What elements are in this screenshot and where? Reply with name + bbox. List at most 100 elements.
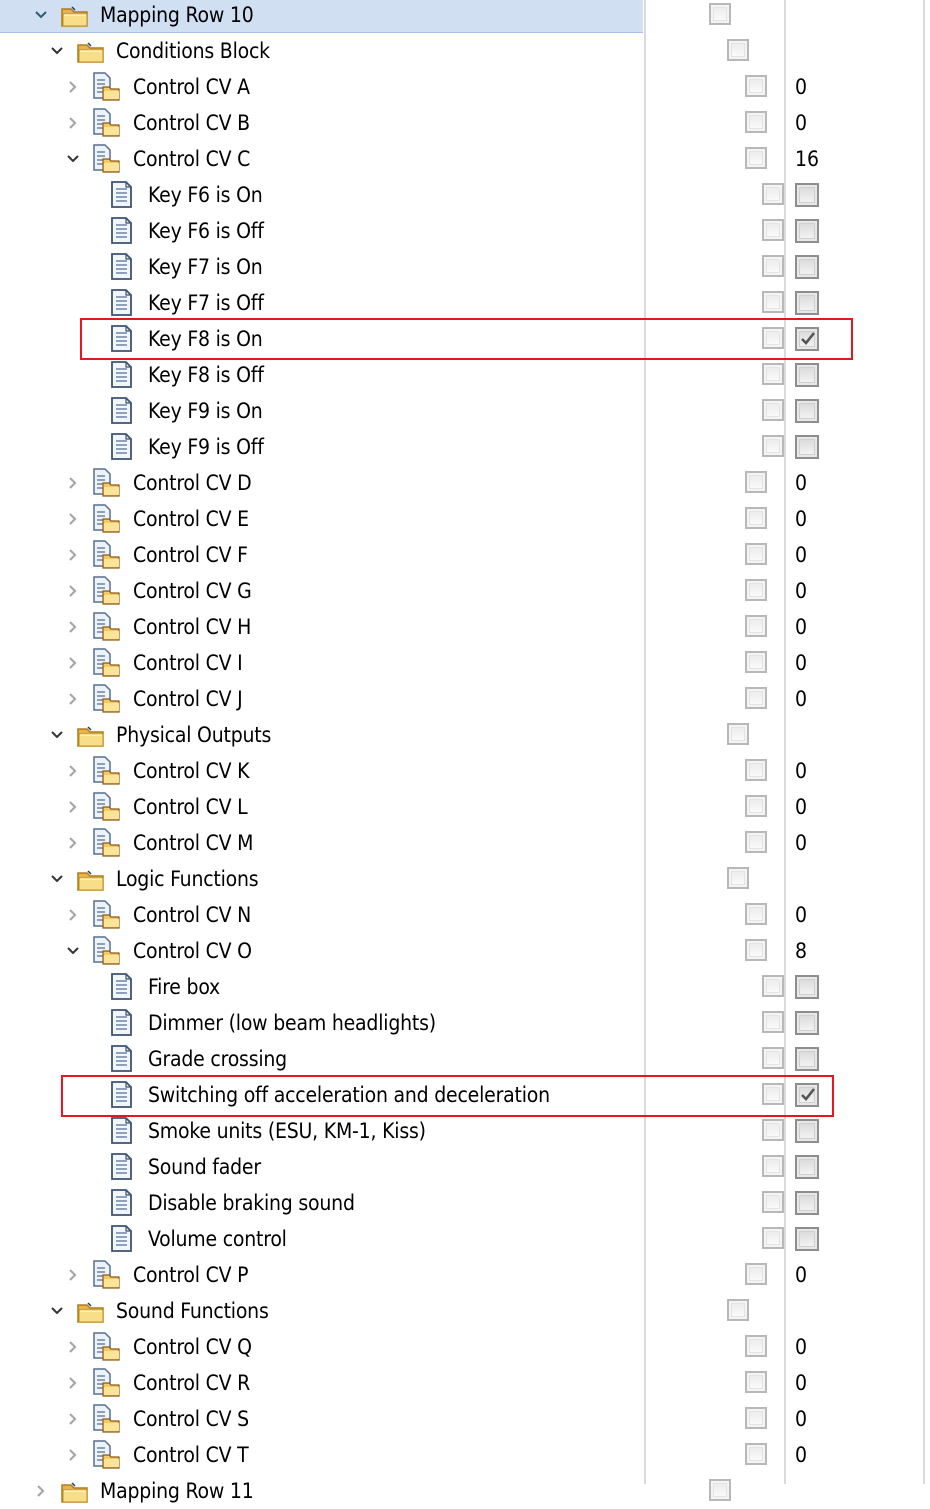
row-checkbox[interactable] — [762, 1119, 784, 1141]
chevron-right-icon[interactable] — [66, 583, 80, 597]
tree-row[interactable]: Sound Functions — [0, 1293, 930, 1329]
tree-row[interactable]: Conditions Block — [0, 33, 930, 69]
row-checkbox[interactable] — [727, 1299, 749, 1321]
column-separator[interactable] — [784, 0, 786, 1484]
chevron-right-icon[interactable] — [66, 1447, 80, 1461]
tree-row[interactable]: Sound fader — [0, 1149, 930, 1185]
bit-value-checkbox[interactable] — [795, 1191, 819, 1215]
tree-row[interactable]: Mapping Row 11 — [0, 1473, 930, 1509]
chevron-down-icon[interactable] — [50, 727, 64, 741]
tree-row[interactable]: Control CV P 0 — [0, 1257, 930, 1293]
tree-row[interactable]: Smoke units (ESU, KM-1, Kiss) — [0, 1113, 930, 1149]
tree-row[interactable]: Control CV T 0 — [0, 1437, 930, 1473]
chevron-down-icon[interactable] — [66, 943, 80, 957]
row-checkbox[interactable] — [762, 219, 784, 241]
bit-value-checkbox[interactable] — [795, 399, 819, 423]
chevron-right-icon[interactable] — [66, 799, 80, 813]
tree-row[interactable]: Key F7 is On — [0, 249, 930, 285]
row-checkbox[interactable] — [762, 1227, 784, 1249]
tree-row[interactable]: Control CV I 0 — [0, 645, 930, 681]
row-checkbox[interactable] — [709, 1479, 731, 1501]
row-checkbox[interactable] — [745, 903, 767, 925]
tree-row[interactable]: Dimmer (low beam headlights) — [0, 1005, 930, 1041]
chevron-right-icon[interactable] — [66, 691, 80, 705]
tree-row[interactable]: Control CV F 0 — [0, 537, 930, 573]
tree-row[interactable]: Control CV S 0 — [0, 1401, 930, 1437]
tree-row[interactable]: Key F6 is On — [0, 177, 930, 213]
chevron-right-icon[interactable] — [66, 511, 80, 525]
chevron-right-icon[interactable] — [34, 1483, 48, 1497]
tree-row[interactable]: Logic Functions — [0, 861, 930, 897]
row-checkbox[interactable] — [762, 1155, 784, 1177]
bit-value-checkbox[interactable] — [795, 975, 819, 999]
tree-row[interactable]: Control CV A 0 — [0, 69, 930, 105]
tree-row[interactable]: Control CV M 0 — [0, 825, 930, 861]
chevron-right-icon[interactable] — [66, 475, 80, 489]
row-checkbox[interactable] — [745, 831, 767, 853]
chevron-right-icon[interactable] — [66, 1411, 80, 1425]
chevron-down-icon[interactable] — [50, 43, 64, 57]
chevron-right-icon[interactable] — [66, 1375, 80, 1389]
chevron-right-icon[interactable] — [66, 1267, 80, 1281]
chevron-down-icon[interactable] — [66, 151, 80, 165]
row-checkbox[interactable] — [762, 1191, 784, 1213]
row-checkbox[interactable] — [745, 939, 767, 961]
row-checkbox[interactable] — [745, 687, 767, 709]
row-checkbox[interactable] — [745, 75, 767, 97]
tree-row[interactable]: Key F9 is On — [0, 393, 930, 429]
tree-row[interactable]: Control CV B 0 — [0, 105, 930, 141]
tree-row[interactable]: Key F6 is Off — [0, 213, 930, 249]
row-checkbox[interactable] — [745, 507, 767, 529]
row-checkbox[interactable] — [745, 1443, 767, 1465]
tree-row[interactable]: Key F8 is Off — [0, 357, 930, 393]
tree-row[interactable]: Control CV Q 0 — [0, 1329, 930, 1365]
row-checkbox[interactable] — [762, 975, 784, 997]
tree-row[interactable]: Fire box — [0, 969, 930, 1005]
row-checkbox[interactable] — [745, 1371, 767, 1393]
row-checkbox[interactable] — [745, 471, 767, 493]
row-checkbox[interactable] — [762, 363, 784, 385]
tree-row[interactable]: Control CV J 0 — [0, 681, 930, 717]
column-separator[interactable] — [644, 0, 646, 1484]
chevron-right-icon[interactable] — [66, 547, 80, 561]
bit-value-checkbox[interactable] — [795, 183, 819, 207]
bit-value-checkbox[interactable] — [795, 1011, 819, 1035]
chevron-down-icon[interactable] — [50, 1303, 64, 1317]
bit-value-checkbox[interactable] — [795, 255, 819, 279]
row-checkbox[interactable] — [745, 1407, 767, 1429]
chevron-right-icon[interactable] — [66, 115, 80, 129]
row-checkbox[interactable] — [745, 111, 767, 133]
row-checkbox[interactable] — [762, 291, 784, 313]
row-checkbox[interactable] — [745, 543, 767, 565]
row-checkbox[interactable] — [745, 651, 767, 673]
row-checkbox[interactable] — [762, 1011, 784, 1033]
chevron-right-icon[interactable] — [66, 655, 80, 669]
tree-row[interactable]: Volume control — [0, 1221, 930, 1257]
tree-row[interactable]: Control CV E 0 — [0, 501, 930, 537]
row-checkbox[interactable] — [762, 183, 784, 205]
bit-value-checkbox[interactable] — [795, 219, 819, 243]
bit-value-checkbox[interactable] — [795, 1119, 819, 1143]
row-checkbox[interactable] — [727, 723, 749, 745]
tree-row[interactable]: Key F9 is Off — [0, 429, 930, 465]
row-checkbox[interactable] — [709, 3, 731, 25]
row-checkbox[interactable] — [727, 867, 749, 889]
row-checkbox[interactable] — [745, 759, 767, 781]
tree-row[interactable]: Control CV L 0 — [0, 789, 930, 825]
chevron-right-icon[interactable] — [66, 907, 80, 921]
chevron-right-icon[interactable] — [66, 1339, 80, 1353]
tree-row[interactable]: Control CV D 0 — [0, 465, 930, 501]
tree-row[interactable]: Physical Outputs — [0, 717, 930, 753]
tree-row[interactable]: Key F7 is Off — [0, 285, 930, 321]
row-checkbox[interactable] — [727, 39, 749, 61]
row-checkbox[interactable] — [745, 1263, 767, 1285]
chevron-right-icon[interactable] — [66, 619, 80, 633]
row-checkbox[interactable] — [745, 147, 767, 169]
bit-value-checkbox[interactable] — [795, 363, 819, 387]
chevron-right-icon[interactable] — [66, 835, 80, 849]
tree-row[interactable]: Control CV N 0 — [0, 897, 930, 933]
bit-value-checkbox[interactable] — [795, 291, 819, 315]
bit-value-checkbox[interactable] — [795, 1155, 819, 1179]
tree-row[interactable]: Control CV K 0 — [0, 753, 930, 789]
bit-value-checkbox[interactable] — [795, 1047, 819, 1071]
